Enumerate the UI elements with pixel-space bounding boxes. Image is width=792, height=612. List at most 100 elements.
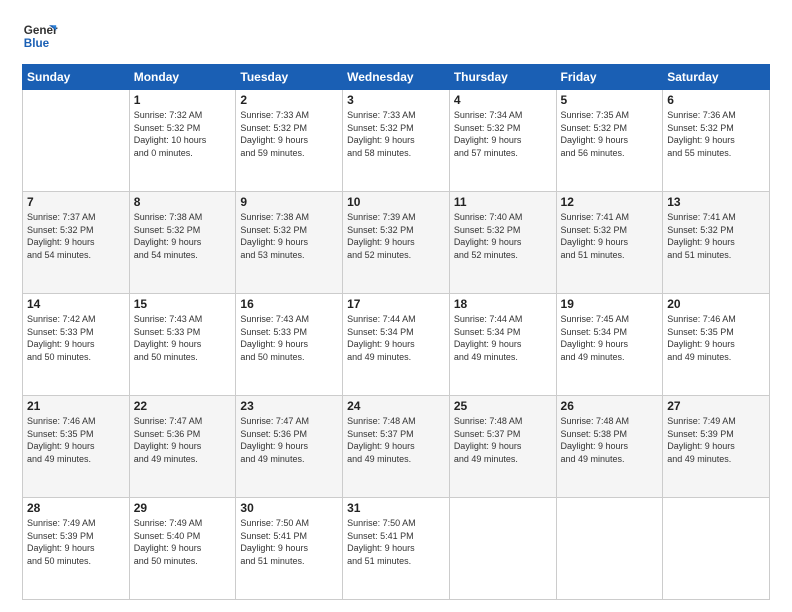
day-number: 1 [134, 93, 232, 107]
calendar-cell [663, 498, 770, 600]
day-header-saturday: Saturday [663, 65, 770, 90]
day-number: 24 [347, 399, 445, 413]
day-info: Sunrise: 7:46 AM Sunset: 5:35 PM Dayligh… [667, 313, 765, 363]
day-info: Sunrise: 7:43 AM Sunset: 5:33 PM Dayligh… [240, 313, 338, 363]
calendar-cell: 6 Sunrise: 7:36 AM Sunset: 5:32 PM Daylig… [663, 90, 770, 192]
day-number: 11 [454, 195, 552, 209]
day-number: 6 [667, 93, 765, 107]
calendar-cell: 25Sunrise: 7:48 AM Sunset: 5:37 PM Dayli… [449, 396, 556, 498]
calendar-cell: 10 Sunrise: 7:39 AM Sunset: 5:32 PM Dayli… [343, 192, 450, 294]
day-number: 14 [27, 297, 125, 311]
day-number: 10 [347, 195, 445, 209]
day-number: 7 [27, 195, 125, 209]
calendar-cell: 24 Sunrise: 7:48 AM Sunset: 5:37 PM Dayli… [343, 396, 450, 498]
day-info: Sunrise: 7:37 AM Sunset: 5:32 PM Dayligh… [27, 211, 125, 261]
day-number: 31 [347, 501, 445, 515]
day-number: 29 [134, 501, 232, 515]
day-number: 30 [240, 501, 338, 515]
day-number: 8 [134, 195, 232, 209]
week-row-0: 1 Sunrise: 7:32 AM Sunset: 5:32 PM Daylig… [23, 90, 770, 192]
svg-text:Blue: Blue [24, 37, 50, 50]
logo-icon: General Blue [22, 18, 58, 54]
day-number: 5 [561, 93, 659, 107]
calendar-cell: 12 Sunrise: 7:41 AM Sunset: 5:32 PM Dayli… [556, 192, 663, 294]
day-info: Sunrise: 7:48 AM Sunset: 5:38 PM Dayligh… [561, 415, 659, 465]
day-info: Sunrise: 7:41 AM Sunset: 5:32 PM Dayligh… [561, 211, 659, 261]
calendar-cell: 21Sunrise: 7:46 AM Sunset: 5:35 PM Dayli… [23, 396, 130, 498]
day-info: Sunrise: 7:40 AM Sunset: 5:32 PM Dayligh… [454, 211, 552, 261]
calendar-cell: 26 Sunrise: 7:48 AM Sunset: 5:38 PM Dayli… [556, 396, 663, 498]
day-number: 20 [667, 297, 765, 311]
calendar-cell: 13 Sunrise: 7:41 AM Sunset: 5:32 PM Dayli… [663, 192, 770, 294]
calendar-cell: 4 Sunrise: 7:34 AM Sunset: 5:32 PM Daylig… [449, 90, 556, 192]
day-info: Sunrise: 7:36 AM Sunset: 5:32 PM Dayligh… [667, 109, 765, 159]
day-info: Sunrise: 7:49 AM Sunset: 5:40 PM Dayligh… [134, 517, 232, 567]
day-number: 21 [27, 399, 125, 413]
day-header-thursday: Thursday [449, 65, 556, 90]
day-header-friday: Friday [556, 65, 663, 90]
day-info: Sunrise: 7:38 AM Sunset: 5:32 PM Dayligh… [134, 211, 232, 261]
day-number: 18 [454, 297, 552, 311]
calendar-cell: 16 Sunrise: 7:43 AM Sunset: 5:33 PM Dayli… [236, 294, 343, 396]
day-info: Sunrise: 7:33 AM Sunset: 5:32 PM Dayligh… [347, 109, 445, 159]
day-header-tuesday: Tuesday [236, 65, 343, 90]
day-info: Sunrise: 7:50 AM Sunset: 5:41 PM Dayligh… [347, 517, 445, 567]
calendar-cell: 17Sunrise: 7:44 AM Sunset: 5:34 PM Dayli… [343, 294, 450, 396]
day-number: 25 [454, 399, 552, 413]
day-number: 23 [240, 399, 338, 413]
calendar-cell: 8 Sunrise: 7:38 AM Sunset: 5:32 PM Daylig… [129, 192, 236, 294]
day-number: 17 [347, 297, 445, 311]
calendar-cell: 23 Sunrise: 7:47 AM Sunset: 5:36 PM Dayli… [236, 396, 343, 498]
calendar-cell: 7 Sunrise: 7:37 AM Sunset: 5:32 PM Daylig… [23, 192, 130, 294]
header-row: SundayMondayTuesdayWednesdayThursdayFrid… [23, 65, 770, 90]
day-info: Sunrise: 7:38 AM Sunset: 5:32 PM Dayligh… [240, 211, 338, 261]
day-number: 13 [667, 195, 765, 209]
day-header-wednesday: Wednesday [343, 65, 450, 90]
day-info: Sunrise: 7:41 AM Sunset: 5:32 PM Dayligh… [667, 211, 765, 261]
day-number: 26 [561, 399, 659, 413]
calendar-cell [449, 498, 556, 600]
calendar-cell: 3 Sunrise: 7:33 AM Sunset: 5:32 PM Daylig… [343, 90, 450, 192]
calendar-cell: 18Sunrise: 7:44 AM Sunset: 5:34 PM Dayli… [449, 294, 556, 396]
calendar-cell: 22 Sunrise: 7:47 AM Sunset: 5:36 PM Dayli… [129, 396, 236, 498]
day-number: 19 [561, 297, 659, 311]
day-number: 4 [454, 93, 552, 107]
day-header-sunday: Sunday [23, 65, 130, 90]
day-number: 28 [27, 501, 125, 515]
day-number: 9 [240, 195, 338, 209]
day-header-monday: Monday [129, 65, 236, 90]
calendar-cell: 9 Sunrise: 7:38 AM Sunset: 5:32 PM Daylig… [236, 192, 343, 294]
day-info: Sunrise: 7:35 AM Sunset: 5:32 PM Dayligh… [561, 109, 659, 159]
day-info: Sunrise: 7:39 AM Sunset: 5:32 PM Dayligh… [347, 211, 445, 261]
day-info: Sunrise: 7:43 AM Sunset: 5:33 PM Dayligh… [134, 313, 232, 363]
week-row-1: 7 Sunrise: 7:37 AM Sunset: 5:32 PM Daylig… [23, 192, 770, 294]
day-number: 27 [667, 399, 765, 413]
day-info: Sunrise: 7:48 AM Sunset: 5:37 PM Dayligh… [347, 415, 445, 465]
page: General Blue SundayMondayTuesdayWednesda… [0, 0, 792, 612]
calendar-cell: 11 Sunrise: 7:40 AM Sunset: 5:32 PM Dayli… [449, 192, 556, 294]
calendar-cell [556, 498, 663, 600]
calendar-cell: 1 Sunrise: 7:32 AM Sunset: 5:32 PM Daylig… [129, 90, 236, 192]
day-info: Sunrise: 7:42 AM Sunset: 5:33 PM Dayligh… [27, 313, 125, 363]
calendar-cell: 30 Sunrise: 7:50 AM Sunset: 5:41 PM Dayli… [236, 498, 343, 600]
calendar-cell: 27 Sunrise: 7:49 AM Sunset: 5:39 PM Dayli… [663, 396, 770, 498]
day-number: 22 [134, 399, 232, 413]
day-info: Sunrise: 7:47 AM Sunset: 5:36 PM Dayligh… [240, 415, 338, 465]
week-row-4: 28 Sunrise: 7:49 AM Sunset: 5:39 PM Dayli… [23, 498, 770, 600]
day-info: Sunrise: 7:50 AM Sunset: 5:41 PM Dayligh… [240, 517, 338, 567]
day-info: Sunrise: 7:34 AM Sunset: 5:32 PM Dayligh… [454, 109, 552, 159]
day-info: Sunrise: 7:49 AM Sunset: 5:39 PM Dayligh… [667, 415, 765, 465]
calendar-cell: 2 Sunrise: 7:33 AM Sunset: 5:32 PM Daylig… [236, 90, 343, 192]
day-info: Sunrise: 7:49 AM Sunset: 5:39 PM Dayligh… [27, 517, 125, 567]
day-number: 12 [561, 195, 659, 209]
day-number: 2 [240, 93, 338, 107]
week-row-3: 21Sunrise: 7:46 AM Sunset: 5:35 PM Dayli… [23, 396, 770, 498]
day-number: 3 [347, 93, 445, 107]
day-info: Sunrise: 7:47 AM Sunset: 5:36 PM Dayligh… [134, 415, 232, 465]
calendar-cell: 29 Sunrise: 7:49 AM Sunset: 5:40 PM Dayli… [129, 498, 236, 600]
calendar-cell: 31 Sunrise: 7:50 AM Sunset: 5:41 PM Dayli… [343, 498, 450, 600]
day-info: Sunrise: 7:33 AM Sunset: 5:32 PM Dayligh… [240, 109, 338, 159]
calendar-cell: 20 Sunrise: 7:46 AM Sunset: 5:35 PM Dayli… [663, 294, 770, 396]
day-info: Sunrise: 7:32 AM Sunset: 5:32 PM Dayligh… [134, 109, 232, 159]
day-number: 16 [240, 297, 338, 311]
